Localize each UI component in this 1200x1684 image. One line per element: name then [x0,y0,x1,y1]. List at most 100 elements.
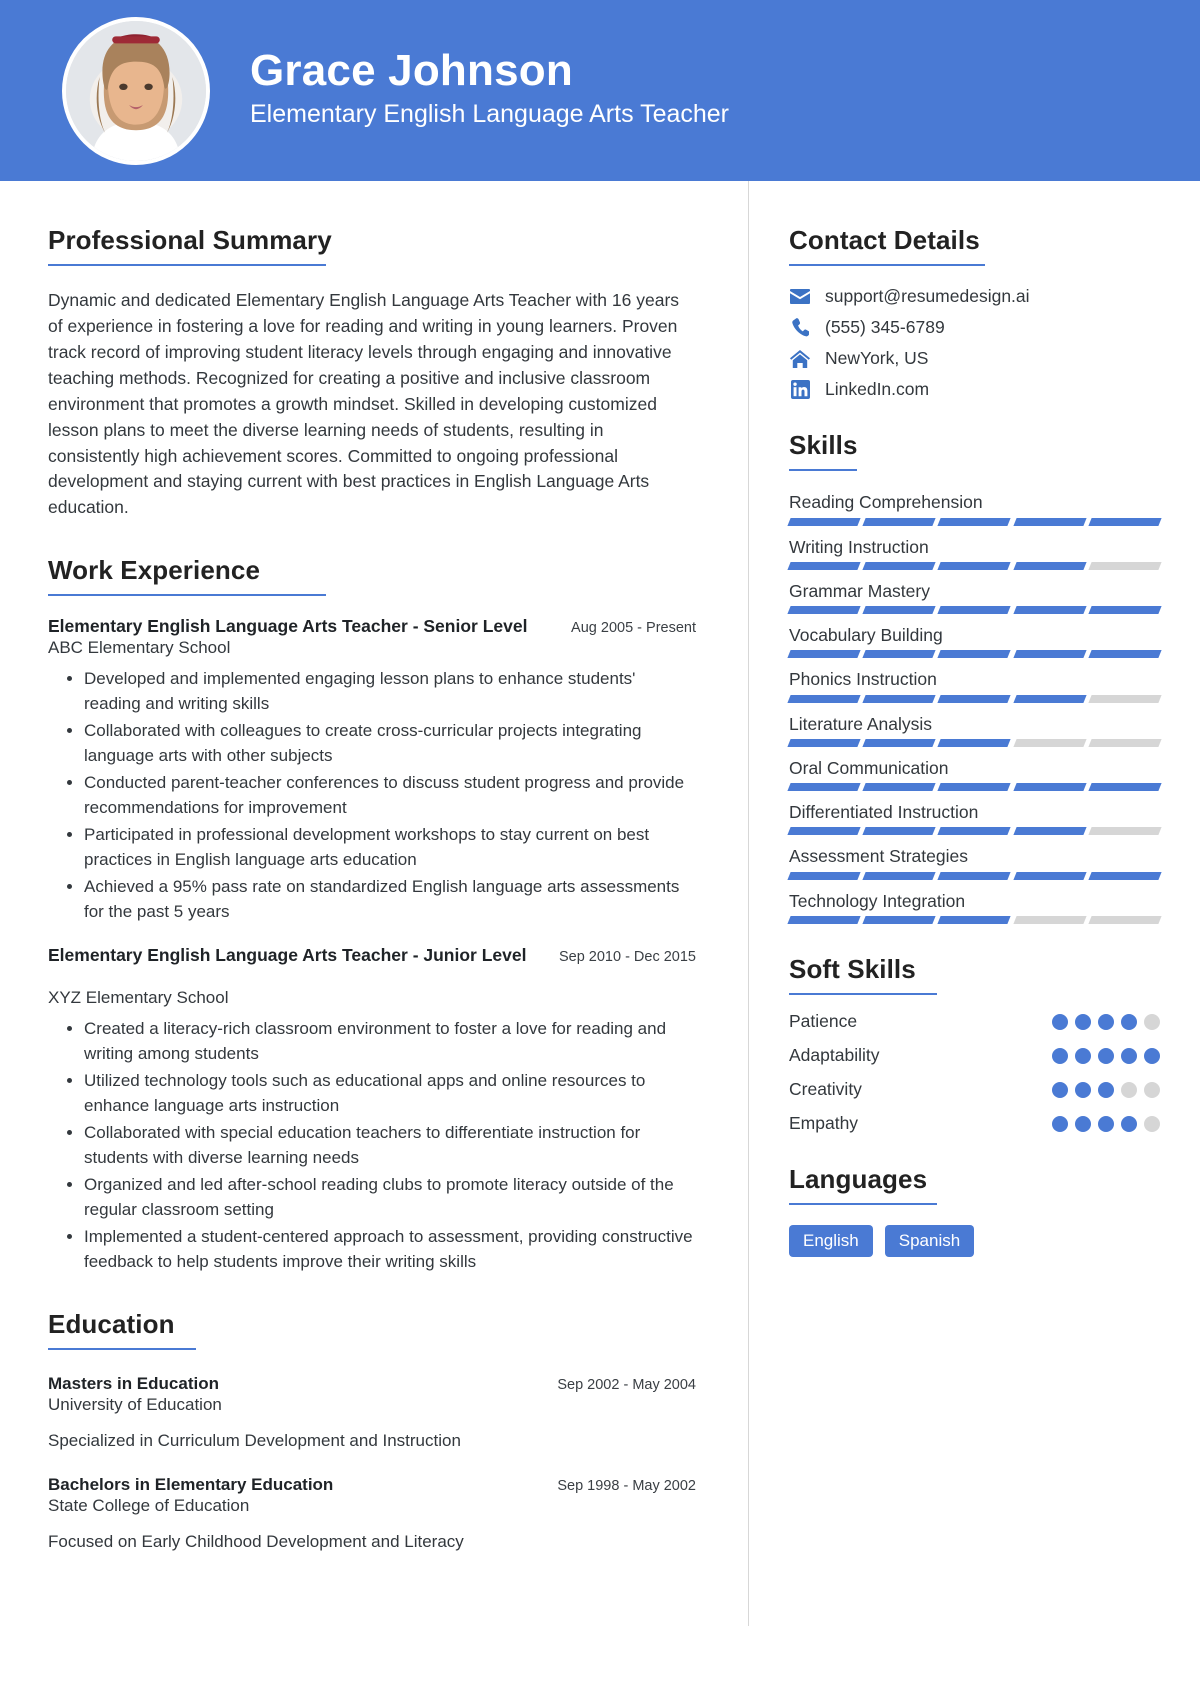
work-bullet: Created a literacy-rich classroom enviro… [84,1017,696,1067]
soft-skill-rating [1052,1047,1160,1064]
skill-bar-segment [1012,827,1087,836]
skill-bar-segment [1088,871,1162,880]
skills-list: Reading Comprehension Writing Instruction… [787,489,1162,924]
resume-body: Professional Summary Dynamic and dedicat… [0,181,1200,1627]
section-skills: Skills Reading Comprehension Writing Inst… [787,430,1162,924]
rating-dot [1098,1115,1114,1132]
rating-dot [1052,1081,1068,1098]
section-underline [48,1348,196,1351]
skill-level-bar [787,694,1162,703]
skill-bar-segment [1088,561,1162,570]
skill-row: Vocabulary Building [787,622,1162,659]
skill-bar-segment [787,606,861,615]
contact-row-linkedin[interactable]: LinkedIn.com [789,379,1160,400]
rating-dot [1052,1047,1068,1064]
section-heading: Professional Summary [48,225,332,255]
skill-bar-segment [1088,517,1162,526]
skill-bar-segment [787,517,861,526]
education-entry-header: Bachelors in Elementary Education Sep 19… [48,1475,696,1495]
language-chip: Spanish [884,1225,975,1258]
rating-dot [1098,1047,1114,1064]
work-title: Elementary English Language Arts Teacher… [48,945,527,966]
rating-dot [1052,1013,1068,1030]
summary-paragraph: Dynamic and dedicated Elementary English… [48,290,680,518]
skill-level-bar [787,517,1162,526]
skill-bar-segment [937,606,1012,615]
skill-label: Phonics Instruction [789,669,937,690]
skill-row: Assessment Strategies [787,843,1162,880]
work-entry-header: Elementary English Language Arts Teacher… [48,616,696,637]
skill-bar-segment [1012,783,1087,792]
skill-bar-segment [937,650,1012,659]
soft-skill-label: Creativity [789,1079,862,1100]
soft-skill-row: Empathy [789,1113,1160,1134]
rating-dot [1121,1081,1137,1098]
envelope-icon [789,287,811,307]
skill-bar-segment [1088,738,1162,747]
work-bullet: Utilized technology tools such as educat… [84,1069,696,1119]
contact-phone-value: (555) 345-6789 [825,317,945,338]
resume-page: Grace Johnson Elementary English Languag… [0,0,1200,1684]
soft-skill-label: Patience [789,1011,858,1032]
skill-bar-segment [787,871,861,880]
skill-bar-segment [937,694,1012,703]
work-bullet: Implemented a student-centered approach … [84,1225,696,1275]
work-entry: Elementary English Language Arts Teacher… [48,616,696,925]
skill-bar-segment [1012,871,1087,880]
resume-header: Grace Johnson Elementary English Languag… [0,0,1200,181]
skill-label: Assessment Strategies [789,846,968,867]
skill-bar-segment [937,915,1012,924]
education-entry: Bachelors in Elementary Education Sep 19… [48,1475,696,1552]
work-bullet: Participated in professional development… [84,823,696,873]
skill-label: Literature Analysis [789,713,932,734]
skill-label: Vocabulary Building [789,625,943,646]
soft-skill-row: Patience [789,1011,1160,1032]
section-underline [789,993,937,996]
contact-row-location[interactable]: NewYork, US [789,348,1160,369]
job-role-subtitle: Elementary English Language Arts Teacher [250,100,730,129]
education-degree: Masters in Education [48,1374,219,1394]
section-professional-summary: Professional Summary Dynamic and dedicat… [48,225,696,521]
avatar [62,16,210,165]
work-bullet: Developed and implemented engaging lesso… [84,667,696,717]
home-icon [789,349,811,369]
skill-row: Writing Instruction [787,534,1162,570]
skill-label: Writing Instruction [789,536,929,557]
rating-dot [1144,1013,1160,1030]
work-organization: XYZ Elementary School [48,988,229,1008]
soft-skill-row: Creativity [789,1079,1160,1100]
contact-row-email[interactable]: support@resumedesign.ai [789,286,1160,307]
language-chip-list: English Spanish [789,1225,1160,1258]
soft-skills-list: Patience Adaptability Creativity Empathy [789,1011,1160,1134]
section-work-experience: Work Experience Elementary English Langu… [48,555,696,1275]
section-education: Education Masters in Education Sep 2002 … [48,1309,696,1552]
skill-level-bar [787,561,1162,570]
section-heading: Skills [789,430,858,461]
contact-row-phone[interactable]: (555) 345-6789 [789,317,1160,338]
work-organization: ABC Elementary School [48,638,231,658]
section-languages: Languages English Spanish [789,1164,1160,1258]
work-bullet-list: Created a literacy-rich classroom enviro… [48,1017,696,1275]
avatar-illustration [66,20,206,161]
skill-label: Oral Communication [789,757,949,778]
rating-dot [1121,1013,1137,1030]
skill-row: Reading Comprehension [787,489,1162,526]
skill-bar-segment [787,827,861,836]
education-note: Focused on Early Childhood Development a… [48,1532,464,1552]
section-heading: Education [48,1309,175,1340]
work-bullet: Achieved a 95% pass rate on standardized… [84,875,696,925]
section-underline [48,594,326,597]
education-school: University of Education [48,1395,222,1415]
work-date-range: Aug 2005 - Present [571,620,696,637]
section-soft-skills: Soft Skills Patience Adaptability Creativi… [789,954,1160,1134]
skill-level-bar [787,650,1162,659]
education-date-range: Sep 2002 - May 2004 [557,1377,696,1394]
skill-bar-segment [862,650,937,659]
sidebar-column: Contact Details support@resumedesign.ai … [748,181,1200,1627]
rating-dot [1075,1081,1091,1098]
rating-dot [1075,1013,1091,1030]
section-heading: Soft Skills [789,953,916,984]
section-underline [789,1203,937,1206]
contact-linkedin-value: LinkedIn.com [825,379,930,400]
skill-bar-segment [862,517,937,526]
